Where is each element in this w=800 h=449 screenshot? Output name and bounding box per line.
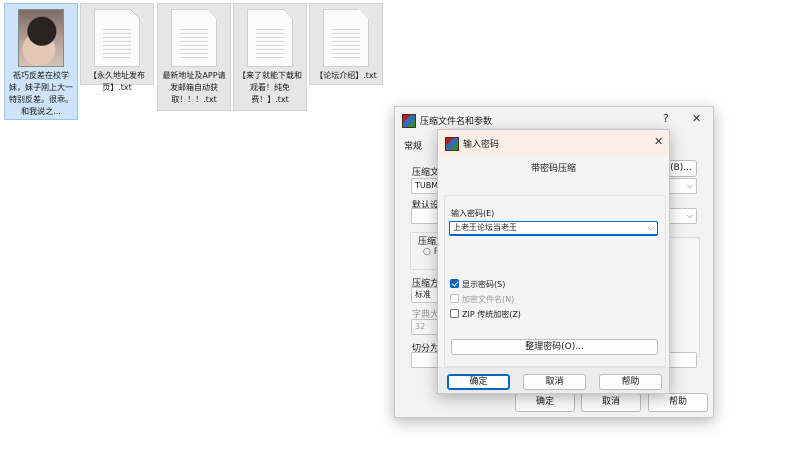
dialog-header: 带密码压缩 [530,164,576,174]
ok-label: 确定 [469,377,488,387]
winrar-icon [445,137,459,151]
password-dialog: 输入密码 ✕ 带密码压缩 输入密码(E) 上老王论坛当老王 ⌵ 显示密码(S) … [437,129,670,394]
desktop-file-video[interactable]: 祇巧反差在校学妹，妹子刚上大一 特别反差。很乖。和我说之... [4,3,78,120]
ok-button[interactable]: 确定 [515,393,575,412]
chevron-down-icon: ⌵ [686,211,693,220]
update-mode-dropdown[interactable]: ⌵ [667,208,697,224]
file-name: 最新地址及APP请发邮箱自动获取！！！.txt [162,71,226,104]
cancel-label: 取消 [545,377,564,387]
checkbox-label: 显示密码(S) [462,280,506,289]
password-label: 输入密码(E) [451,209,495,218]
text-file-icon [171,9,217,67]
password-value: 上老王论坛当老王 [453,223,517,232]
checkbox-checked-icon [450,279,459,288]
chevron-down-icon[interactable]: ⌵ [648,222,654,234]
text-file-icon [247,9,293,67]
text-file-icon [94,9,140,67]
cancel-label: 取消 [601,397,620,407]
checkbox-empty-icon [450,294,459,303]
close-icon[interactable]: ✕ [692,112,701,125]
file-name: 【来了就能下载和观看！纯免费！】.txt [238,71,302,104]
help-button[interactable]: 帮助 [648,393,708,412]
options-group [666,237,700,357]
desktop-file-text[interactable]: 最新地址及APP请发邮箱自动获取！！！.txt [157,3,231,111]
tab-general[interactable]: 常规 [404,139,422,152]
video-thumbnail [18,9,64,67]
help-icon[interactable]: ? [663,112,669,125]
checkbox-empty-icon [450,309,459,318]
file-name: 【永久地址发布页】.txt [89,71,145,92]
method-value: 标准 [415,290,431,299]
split-unit-select[interactable] [667,352,697,368]
ok-label: 确定 [535,397,554,407]
show-password-checkbox[interactable]: 显示密码(S) [450,279,505,291]
chevron-down-icon: ⌵ [686,181,693,190]
text-file-icon [323,9,369,67]
organize-label: 整理密码(O)... [525,342,584,352]
desktop-file-text[interactable]: 【永久地址发布页】.txt [80,3,154,92]
cancel-button[interactable]: 取消 [581,393,641,412]
encrypt-filenames-checkbox: 加密文件名(N) [450,294,514,306]
cancel-button[interactable]: 取消 [523,374,586,390]
winrar-icon [402,114,416,128]
dialog-title: 输入密码 [463,140,500,150]
file-name: 祇巧反差在校学妹，妹子刚上大一 特别反差。很乖。和我说之... [9,71,73,116]
archive-name-dropdown[interactable]: ⌵ [667,178,697,194]
zip-legacy-encryption-checkbox[interactable]: ZIP 传统加密(Z) [450,309,521,321]
desktop-file-text[interactable]: 【来了就能下载和观看！纯免费！】.txt [233,3,307,111]
title-bar: 输入密码 ✕ [438,130,669,156]
dialog-title: 压缩文件名和参数 [420,117,493,127]
password-input[interactable]: 上老王论坛当老王 ⌵ [449,221,658,236]
browse-label: (B)... [670,163,692,173]
checkbox-label: 加密文件名(N) [462,295,515,304]
close-icon[interactable]: ✕ [654,135,663,148]
help-button[interactable]: 帮助 [599,374,662,390]
help-label: 帮助 [621,377,640,387]
file-name: 【论坛介绍】.txt [315,71,377,80]
checkbox-label: ZIP 传统加密(Z) [462,310,521,319]
desktop-file-text[interactable]: 【论坛介绍】.txt [309,3,383,85]
ok-button[interactable]: 确定 [447,374,510,390]
dict-size-value: 32 [415,322,426,331]
help-label: 帮助 [668,397,687,407]
organize-passwords-button[interactable]: 整理密码(O)... [451,339,658,355]
archive-name-label: 压缩文 [412,168,440,178]
